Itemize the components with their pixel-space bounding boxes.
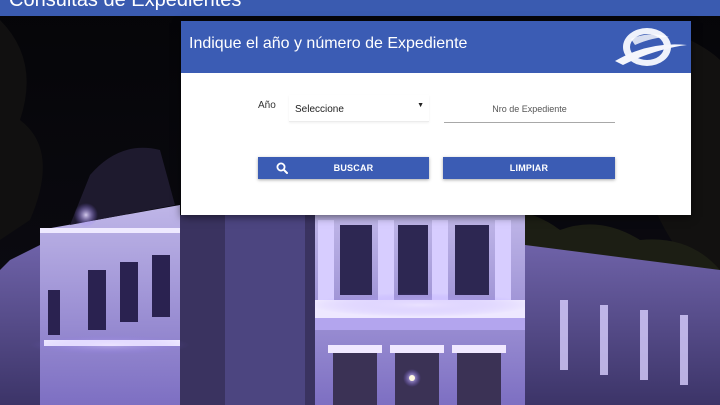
card-header: Indique el año y número de Expediente xyxy=(181,21,691,73)
search-button[interactable]: BUSCAR xyxy=(258,157,429,179)
caret-down-icon: ▼ xyxy=(417,102,424,109)
card-title: Indique el año y número de Expediente xyxy=(189,35,468,52)
page-title: Consultas de Expedientes xyxy=(9,0,242,11)
clear-button[interactable]: LIMPIAR xyxy=(443,157,615,179)
clear-button-label: LIMPIAR xyxy=(509,163,549,173)
logo-icon xyxy=(615,28,687,66)
year-label: Año xyxy=(258,100,276,111)
year-select-value: Seleccione xyxy=(295,104,344,115)
expediente-search-card: Indique el año y número de Expediente Añ… xyxy=(181,21,691,215)
top-banner: Consultas de Expedientes xyxy=(0,0,720,16)
expediente-number-input[interactable] xyxy=(444,96,615,123)
year-select[interactable]: Seleccione ▼ xyxy=(289,95,429,122)
search-button-label: BUSCAR xyxy=(333,163,374,173)
